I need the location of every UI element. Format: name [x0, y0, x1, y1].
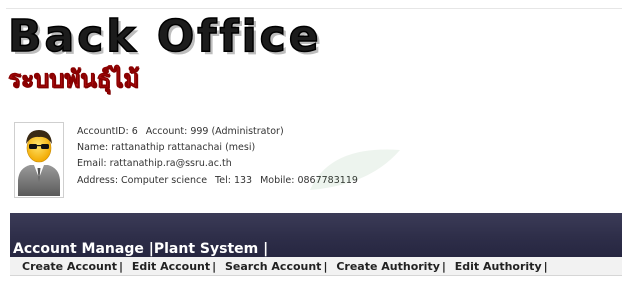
submenu-edit-authority[interactable]: Edit Authority [455, 260, 542, 273]
submenu-separator: | [441, 260, 446, 273]
logo-subtitle: ระบบพันธุ์ไม้ [8, 65, 140, 94]
account-submenu: Create Account | Edit Account | Search Acc… [10, 257, 622, 276]
menu-account-manage[interactable]: Account Manage [13, 241, 144, 257]
tel-text: Tel: 133 [215, 174, 253, 186]
leaf-watermark-icon [310, 149, 400, 190]
menu-separator: | [263, 241, 269, 257]
submenu-create-authority[interactable]: Create Authority [336, 260, 440, 273]
account-line: AccountID: 6 Account: 999 (Administrator) [77, 124, 358, 140]
main-menu-bar: Account Manage |Plant System | [10, 213, 622, 257]
logo-title: Back Office [7, 11, 322, 63]
main-menu: Account Manage |Plant System | [13, 241, 268, 257]
submenu-separator: | [212, 260, 217, 273]
submenu-create-account[interactable]: Create Account [22, 260, 117, 273]
back-office-logo: Back Office ระบบพันธุ์ไม้ [6, 11, 436, 100]
menu-plant-system[interactable]: Plant System [154, 241, 258, 257]
submenu-edit-account[interactable]: Edit Account [132, 260, 210, 273]
submenu-separator: | [543, 260, 548, 273]
account-role-text: Account: 999 (Administrator) [145, 126, 284, 137]
submenu-separator: | [323, 260, 328, 273]
account-id-text: AccountID: 6 [77, 126, 138, 137]
top-divider [6, 8, 622, 9]
submenu-separator: | [118, 260, 123, 273]
address-text: Address: Computer science [77, 174, 208, 186]
submenu-search-account[interactable]: Search Account [225, 260, 321, 273]
user-avatar-icon [14, 122, 64, 198]
